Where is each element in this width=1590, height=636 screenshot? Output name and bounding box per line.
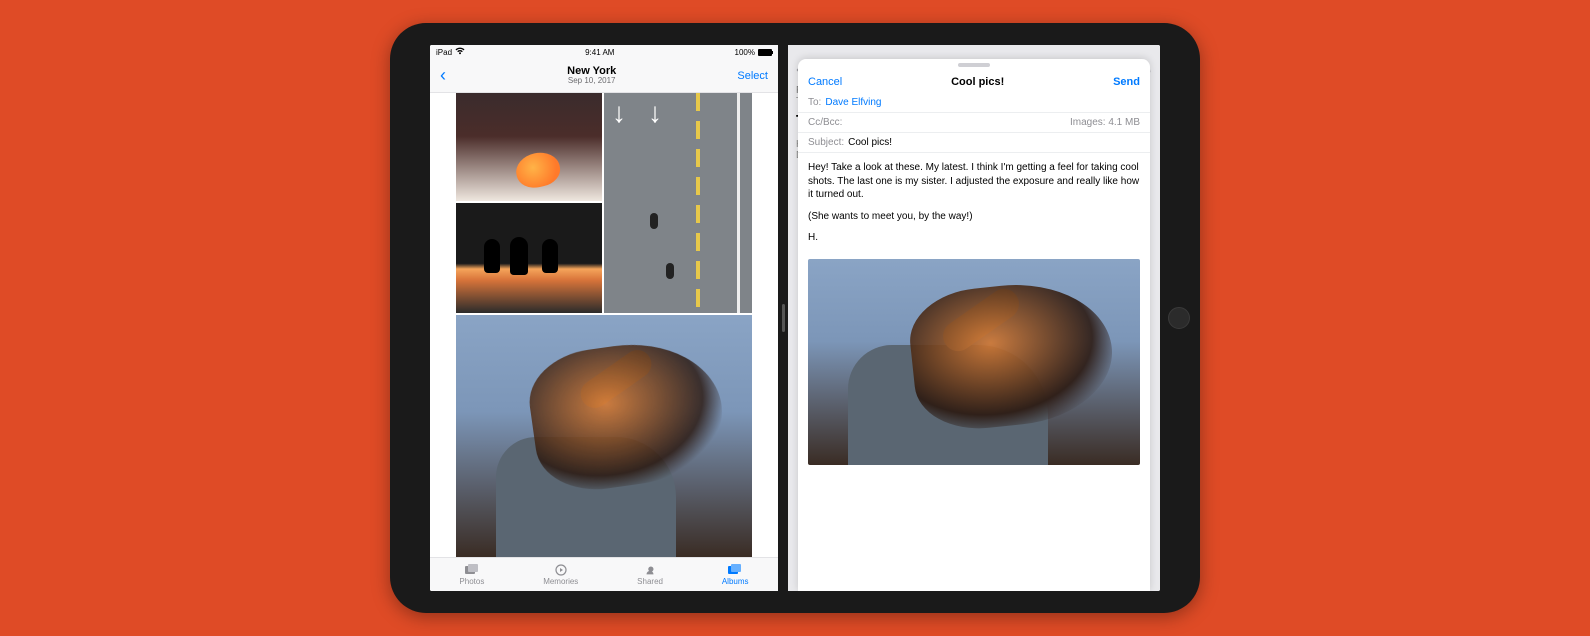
back-button[interactable]: ‹ (440, 65, 446, 86)
ipad-device-frame: iPad 9:41 AM 100% ‹ New York Sep 10, 201… (390, 23, 1200, 613)
image-preview (808, 259, 1140, 465)
home-button[interactable] (1168, 307, 1190, 329)
select-button[interactable]: Select (737, 70, 768, 82)
photo-grid: ↓ ↓ (430, 93, 778, 557)
tab-photos[interactable]: Photos (459, 564, 484, 586)
photos-app-pane: iPad 9:41 AM 100% ‹ New York Sep 10, 201… (430, 45, 778, 591)
compose-title: Cool pics! (951, 76, 1004, 88)
to-recipient[interactable]: Dave Elfving (825, 97, 881, 108)
tab-label: Albums (722, 577, 749, 586)
split-view-divider[interactable] (778, 45, 788, 591)
tab-shared[interactable]: Shared (637, 564, 663, 586)
compose-nav: Cancel Cool pics! Send (798, 71, 1150, 93)
ipad-screen: iPad 9:41 AM 100% ‹ New York Sep 10, 201… (430, 45, 1160, 591)
send-button[interactable]: Send (1113, 76, 1140, 88)
battery-icon (758, 49, 772, 56)
body-paragraph: (She wants to meet you, by the way!) (808, 210, 1140, 224)
photos-nav-bar: ‹ New York Sep 10, 2017 Select (430, 59, 778, 93)
body-paragraph: Hey! Take a look at these. My latest. I … (808, 161, 1140, 202)
photos-tab-bar: Photos Memories Shared Albums (430, 557, 778, 591)
tab-memories[interactable]: Memories (543, 564, 578, 586)
tab-label: Memories (543, 577, 578, 586)
tab-label: Photos (459, 577, 484, 586)
body-signature: H. (808, 231, 1140, 245)
mail-app-pane: ‹ ⚑📁🗑↩︎✎ F T T H D Cancel Cool pics! Sen… (788, 45, 1160, 591)
status-time: 9:41 AM (585, 48, 614, 57)
status-battery-pct: 100% (735, 48, 755, 57)
tab-label: Shared (637, 577, 663, 586)
cc-bcc-label: Cc/Bcc: (808, 117, 842, 128)
photo-thumbnail[interactable]: ↓ ↓ (604, 93, 752, 313)
status-bar: iPad 9:41 AM 100% (430, 45, 778, 59)
status-carrier: iPad (436, 48, 452, 57)
wifi-icon (455, 47, 465, 57)
to-label: To: (808, 97, 821, 108)
cc-bcc-field[interactable]: Cc/Bcc: Images: 4.1 MB (798, 113, 1150, 133)
photo-thumbnail[interactable] (456, 93, 602, 201)
photos-icon (465, 564, 479, 576)
attached-image[interactable] (808, 259, 1140, 465)
cancel-button[interactable]: Cancel (808, 76, 842, 88)
subject-field[interactable]: Subject: Cool pics! (798, 133, 1150, 153)
to-field[interactable]: To: Dave Elfving (798, 93, 1150, 113)
compose-body[interactable]: Hey! Take a look at these. My latest. I … (798, 153, 1150, 259)
photo-thumbnail[interactable] (456, 315, 752, 557)
subject-value[interactable]: Cool pics! (848, 137, 892, 148)
subject-label: Subject: (808, 137, 844, 148)
sheet-grabber[interactable] (798, 59, 1150, 71)
tab-albums[interactable]: Albums (722, 564, 749, 586)
compose-sheet: Cancel Cool pics! Send To: Dave Elfving … (798, 59, 1150, 591)
split-handle-icon (782, 304, 785, 332)
attachment-size: Images: 4.1 MB (1070, 117, 1140, 128)
album-title-block: New York Sep 10, 2017 (567, 65, 616, 86)
photo-thumbnail[interactable] (456, 203, 602, 313)
album-date: Sep 10, 2017 (567, 77, 616, 86)
shared-icon (643, 564, 657, 576)
memories-icon (554, 564, 568, 576)
albums-icon (728, 564, 742, 576)
